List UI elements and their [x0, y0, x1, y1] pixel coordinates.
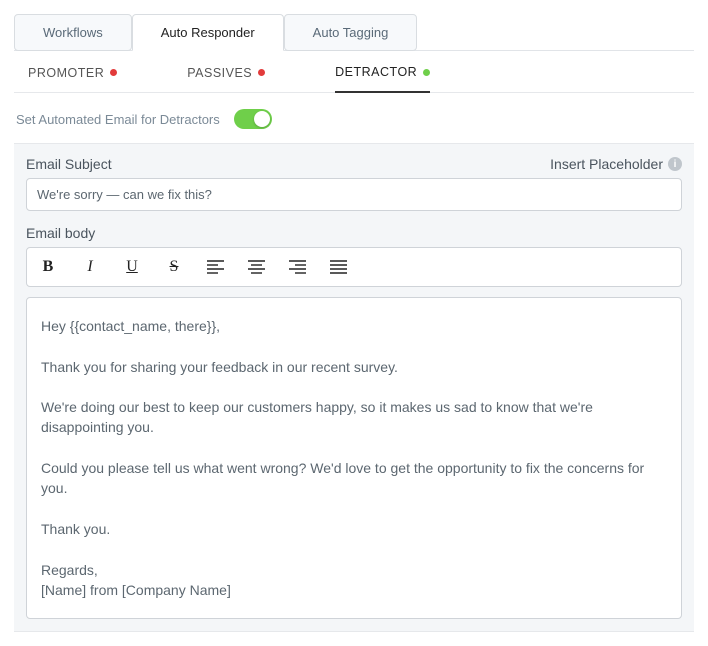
strikethrough-button[interactable]: S [165, 258, 183, 276]
subtab-promoter-label: PROMOTER [28, 66, 104, 80]
top-tabs: Workflows Auto Responder Auto Tagging [14, 14, 694, 51]
align-justify-button[interactable] [330, 260, 347, 274]
insert-placeholder-button[interactable]: Insert Placeholder i [550, 156, 682, 172]
subtab-detractor-label: DETRACTOR [335, 65, 417, 79]
bold-button[interactable]: B [39, 258, 57, 276]
underline-button[interactable]: U [123, 258, 141, 276]
email-panel: Email Subject Insert Placeholder i Email… [14, 143, 694, 632]
tab-auto-tagging[interactable]: Auto Tagging [284, 14, 418, 51]
subtab-passives[interactable]: PASSIVES [187, 65, 265, 92]
toggle-knob [254, 111, 270, 127]
editor-toolbar: B I U S [26, 247, 682, 287]
info-icon: i [668, 157, 682, 171]
status-dot-icon [110, 69, 117, 76]
sub-tabs: PROMOTER PASSIVES DETRACTOR [14, 51, 694, 93]
email-body-editor[interactable]: Hey {{contact_name, there}}, Thank you f… [26, 297, 682, 619]
subject-header: Email Subject Insert Placeholder i [26, 156, 682, 172]
automation-toggle-row: Set Automated Email for Detractors [14, 93, 694, 143]
align-left-button[interactable] [207, 260, 224, 274]
subtab-promoter[interactable]: PROMOTER [28, 65, 117, 92]
subtab-passives-label: PASSIVES [187, 66, 252, 80]
tab-auto-responder[interactable]: Auto Responder [132, 14, 284, 51]
subject-label: Email Subject [26, 156, 112, 172]
automation-toggle-label: Set Automated Email for Detractors [16, 112, 220, 127]
status-dot-icon [423, 69, 430, 76]
body-label: Email body [26, 225, 682, 241]
align-center-button[interactable] [248, 260, 265, 274]
subtab-detractor[interactable]: DETRACTOR [335, 65, 430, 93]
automation-toggle[interactable] [234, 109, 272, 129]
status-dot-icon [258, 69, 265, 76]
align-right-button[interactable] [289, 260, 306, 274]
tab-workflows[interactable]: Workflows [14, 14, 132, 51]
subject-input[interactable] [26, 178, 682, 211]
insert-placeholder-label: Insert Placeholder [550, 156, 663, 172]
italic-button[interactable]: I [81, 258, 99, 276]
